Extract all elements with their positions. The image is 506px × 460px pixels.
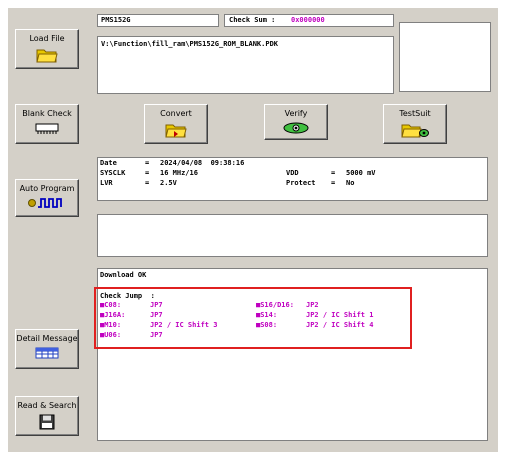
sysclk-label: SYSCLK: [100, 169, 126, 177]
date-eq: =: [145, 159, 150, 167]
sysclk-eq: =: [145, 169, 150, 177]
date-value: 2024/04/08 09:38:16: [160, 159, 245, 167]
lvr-label: LVR: [100, 179, 113, 187]
auto-program-label: Auto Program: [19, 184, 75, 193]
convert-button[interactable]: Convert: [144, 104, 208, 144]
lvr-eq: =: [145, 179, 150, 187]
pulse-wave-icon: [28, 198, 62, 208]
date-label: Date: [100, 159, 117, 167]
floppy-disk-icon: [39, 414, 55, 430]
blank-check-button[interactable]: Blank Check: [15, 104, 79, 144]
checksum-field: Check Sum : 0x000000: [224, 14, 394, 27]
vdd-eq: =: [331, 169, 336, 177]
load-file-label: Load File: [29, 34, 65, 43]
eye-icon: [283, 122, 309, 134]
table-icon: [35, 347, 59, 359]
check-jump-highlight: [94, 287, 412, 349]
vdd-value: 5000 mV: [346, 169, 376, 177]
file-path-text: V:\Function\fill_ram\PMS152G_ROM_BLANK.P…: [101, 40, 279, 48]
download-status: Download OK: [100, 271, 147, 279]
detail-message-label: Detail Message: [16, 334, 78, 343]
ic-name-field: PMS152G: [97, 14, 219, 27]
convert-folder-icon: [165, 124, 187, 138]
checksum-label: Check Sum :: [229, 16, 276, 24]
ic-name-text: PMS152G: [101, 16, 131, 24]
auto-program-button[interactable]: Auto Program: [15, 179, 79, 217]
testsuit-button[interactable]: TestSuit: [383, 104, 447, 144]
ic-preview-box: [399, 22, 491, 92]
protect-eq: =: [331, 179, 336, 187]
convert-label: Convert: [160, 109, 192, 118]
checksum-value: 0x000000: [291, 16, 325, 24]
lvr-value: 2.5V: [160, 179, 177, 187]
folder-icon: [36, 49, 58, 63]
testsuit-icon: [401, 124, 429, 138]
testsuit-label: TestSuit: [399, 109, 431, 118]
file-path-field: V:\Function\fill_ram\PMS152G_ROM_BLANK.P…: [97, 36, 394, 94]
sysclk-value: 16 MHz/16: [160, 169, 198, 177]
vdd-label: VDD: [286, 169, 299, 177]
chip-icon: [35, 123, 59, 134]
load-file-button[interactable]: Load File: [15, 29, 79, 69]
detail-message-button[interactable]: Detail Message: [15, 329, 79, 369]
read-search-label: Read & Search: [17, 401, 77, 410]
read-search-button[interactable]: Read & Search: [15, 396, 79, 436]
status-panel: [97, 214, 488, 257]
blank-check-label: Blank Check: [22, 109, 72, 118]
protect-label: Protect: [286, 179, 316, 187]
device-info-panel: Date = 2024/04/08 09:38:16 SYSCLK = 16 M…: [97, 157, 488, 201]
verify-button[interactable]: Verify: [264, 104, 328, 140]
protect-value: No: [346, 179, 355, 187]
verify-label: Verify: [284, 109, 308, 118]
